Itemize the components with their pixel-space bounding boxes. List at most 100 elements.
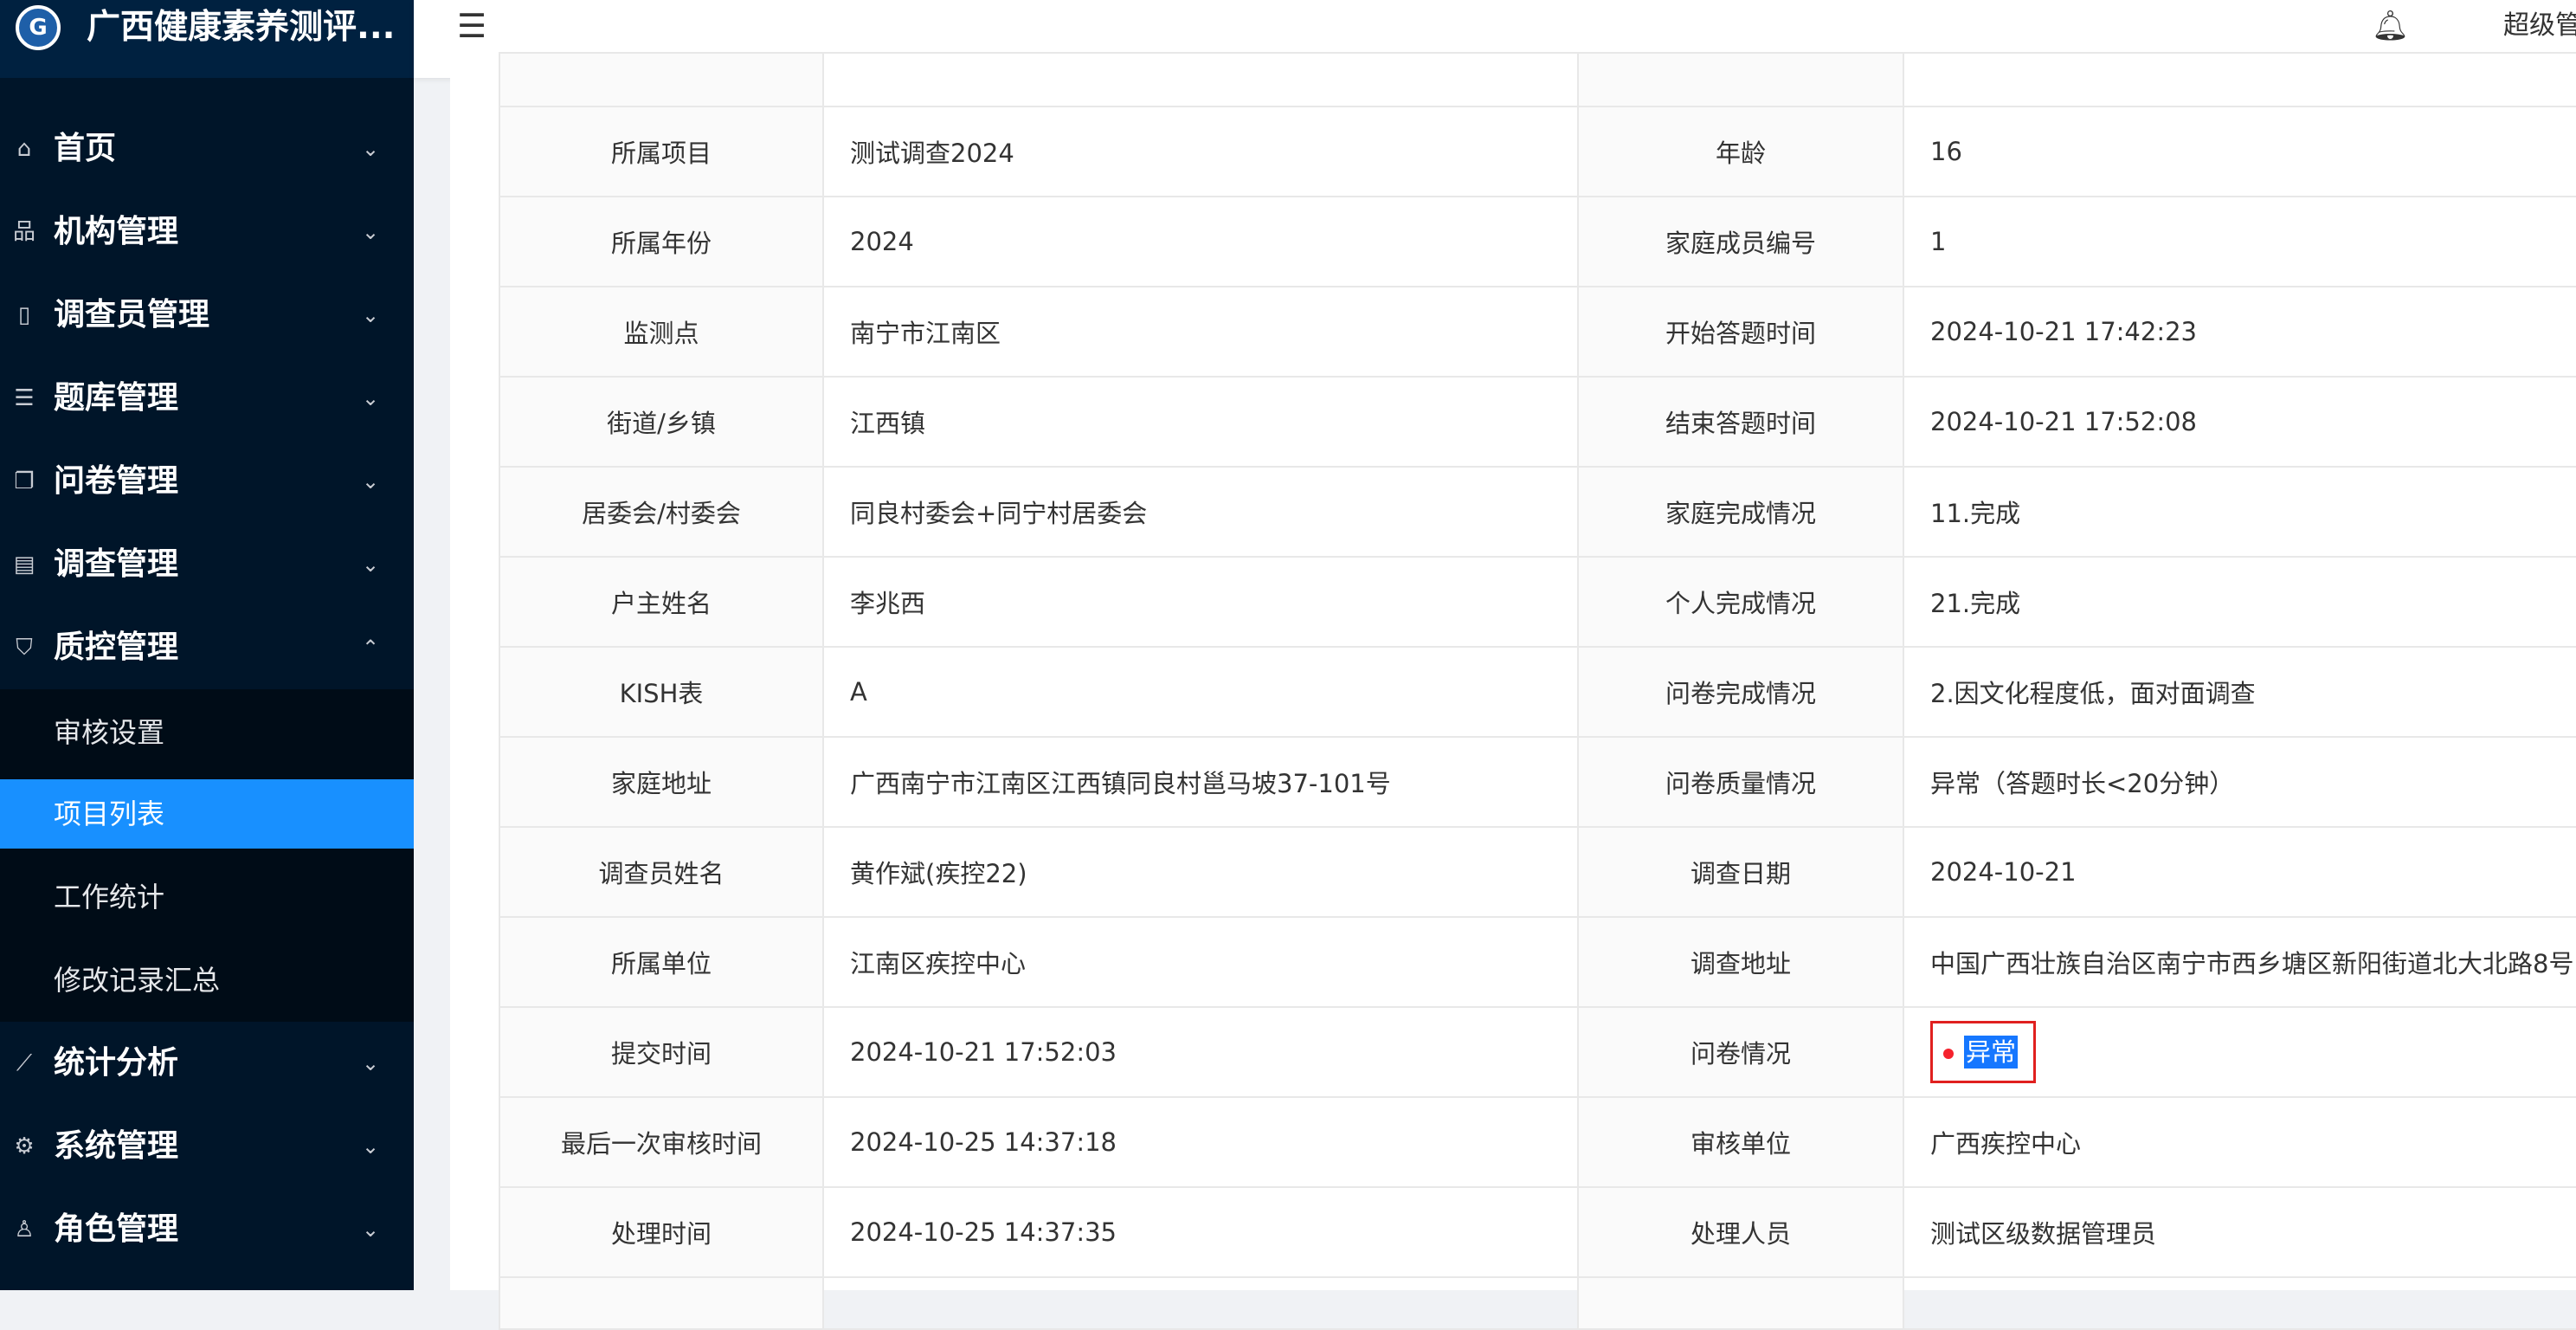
field-value: 2024-10-25 14:37:18 [822,1096,1579,1188]
gear-icon: ⚙ [14,1133,35,1159]
menu-label: 系统管理 [54,1128,179,1164]
menu-label: 首页 [54,131,117,166]
field-label: 街道/乡镇 [499,376,824,468]
field-value: 异常（答题时长<20分钟） [1903,736,2576,828]
menu-item-investigator[interactable]: ▯ 调查员管理 ⌄ [0,274,414,357]
chevron-down-icon: ⌄ [362,469,380,494]
detail-panel: 所属项目 测试调查2024 年龄 16 所属年份 2024 家庭成员编号 1 监测点 南宁市江南区… [450,52,2576,1330]
status-dot-icon [1943,1049,1954,1059]
field-label: 所属年份 [499,196,824,287]
field-label [499,52,824,107]
field-value: 广西南宁市江南区江西镇同良村邕马坡37-101号 [822,736,1579,828]
field-label: 提交时间 [499,1006,824,1098]
table-row: 家庭地址 广西南宁市江南区江西镇同良村邕马坡37-101号 问卷质量情况 异常（答题时… [499,736,2576,828]
chart-icon: ⟋ [16,1050,33,1076]
sidebar: G 广西健康素养测评... ⌂ 首页 ⌄ 品 机构管理 ⌄ ▯ 调查员管理 ⌄ … [0,0,414,1290]
field-value: 异常 [1903,1006,2576,1098]
menu-item-qc[interactable]: ⛉ 质控管理 ⌃ [0,606,414,689]
chevron-up-icon: ⌃ [362,636,380,660]
submenu-label: 项目列表 [54,797,165,830]
chevron-down-icon: ⌄ [362,1051,380,1075]
field-label: 个人完成情况 [1577,556,1904,648]
chevron-down-icon: ⌄ [362,303,380,327]
field-value: 李兆西 [822,556,1579,648]
field-label [1577,1276,1904,1330]
menu-label: 调查管理 [54,546,179,582]
field-value: 16 [1903,106,2576,197]
user-icon: ♙ [14,1217,35,1243]
field-value: 2024 [822,196,1579,287]
table-row: 提交时间 2024-10-21 17:52:03 问卷情况 异常 [499,1006,2576,1098]
field-value: 1 [1903,196,2576,287]
menu-label: 质控管理 [54,629,179,665]
detail-table: 所属项目 测试调查2024 年龄 16 所属年份 2024 家庭成员编号 1 监测点 南宁市江南区… [499,52,2576,1330]
submenu-label: 审核设置 [54,716,165,749]
field-value: 2024-10-21 17:42:23 [1903,286,2576,378]
menu-item-org[interactable]: 品 机构管理 ⌄ [0,190,414,274]
user-name[interactable]: 超级管 [2503,5,2576,47]
field-value: 江南区疾控中心 [822,916,1579,1008]
table-row: 街道/乡镇 江西镇 结束答题时间 2024-10-21 17:52:08 [499,376,2576,468]
table-row: 监测点 南宁市江南区 开始答题时间 2024-10-21 17:42:23 [499,286,2576,378]
field-value [822,1276,1579,1330]
field-value [1903,52,2576,107]
field-value: 黄作斌(疾控22) [822,826,1579,918]
chevron-down-icon: ⌄ [362,1217,380,1242]
menu-item-system[interactable]: ⚙ 系统管理 ⌄ [0,1105,414,1188]
menu-label: 统计分析 [54,1045,179,1081]
field-value: 2024-10-21 17:52:08 [1903,376,2576,468]
field-label: 调查地址 [1577,916,1904,1008]
chevron-down-icon: ⌄ [362,552,380,577]
submenu-label: 修改记录汇总 [54,964,221,997]
menu-fold-icon[interactable]: ☰ [457,9,492,43]
menu-label: 问卷管理 [54,463,179,499]
bell-icon[interactable]: 🔔︎ [2372,7,2409,45]
menu-item-survey[interactable]: ▤ 调查管理 ⌄ [0,523,414,606]
chevron-down-icon: ⌄ [362,1134,380,1159]
table-row: 所属年份 2024 家庭成员编号 1 [499,196,2576,287]
chevron-down-icon: ⌄ [362,220,380,244]
menu-item-questionnaire[interactable]: ❐ 问卷管理 ⌄ [0,440,414,523]
field-value: 2.因文化程度低，面对面调查 [1903,646,2576,738]
menu-item-home[interactable]: ⌂ 首页 ⌄ [0,107,414,190]
field-label: 居委会/村委会 [499,466,824,558]
field-label: KISH表 [499,646,824,738]
submenu-item-work-stats[interactable]: 工作统计 [0,862,414,932]
menu-item-stats[interactable]: ⟋ 统计分析 ⌄ [0,1022,414,1105]
field-label: 家庭完成情况 [1577,466,1904,558]
menu-label: 题库管理 [54,380,179,416]
field-value: 广西疾控中心 [1903,1096,2576,1188]
field-value: 南宁市江南区 [822,286,1579,378]
table-row: KISH表 A 问卷完成情况 2.因文化程度低，面对面调查 [499,646,2576,738]
submenu-item-audit-settings[interactable]: 审核设置 [0,698,414,767]
field-label [499,1276,824,1330]
field-label: 问卷质量情况 [1577,736,1904,828]
field-label: 所属项目 [499,106,824,197]
field-value [822,52,1579,107]
submenu-item-project-list[interactable]: 项目列表 [0,779,414,849]
table-row: 处理时间 2024-10-25 14:37:35 处理人员 测试区级数据管理员 [499,1186,2576,1278]
menu-item-role[interactable]: ♙ 角色管理 ⌄ [0,1188,414,1271]
field-label [1577,52,1904,107]
table-row [499,52,2576,107]
submenu-label: 工作统计 [54,881,165,914]
field-label: 处理人员 [1577,1186,1904,1278]
menu-label: 机构管理 [54,214,179,249]
doc-icon: ▤ [13,552,35,578]
field-label: 结束答题时间 [1577,376,1904,468]
table-row [499,1276,2576,1330]
org-icon: 品 [12,219,35,245]
field-value: 测试区级数据管理员 [1903,1186,2576,1278]
submenu-item-edit-log[interactable]: 修改记录汇总 [0,946,414,1015]
field-value: 21.完成 [1903,556,2576,648]
field-label: 户主姓名 [499,556,824,648]
field-value: 测试调查2024 [822,106,1579,197]
logo-bar: G 广西健康素养测评... [0,0,414,78]
field-label: 调查员姓名 [499,826,824,918]
copy-icon: ❐ [14,468,35,494]
field-label: 家庭成员编号 [1577,196,1904,287]
table-row: 居委会/村委会 同良村委会+同宁村居委会 家庭完成情况 11.完成 [499,466,2576,558]
shield-icon: ⛉ [16,635,33,661]
logo-icon: G [16,5,61,50]
menu-item-questionbank[interactable]: ☰ 题库管理 ⌄ [0,357,414,440]
